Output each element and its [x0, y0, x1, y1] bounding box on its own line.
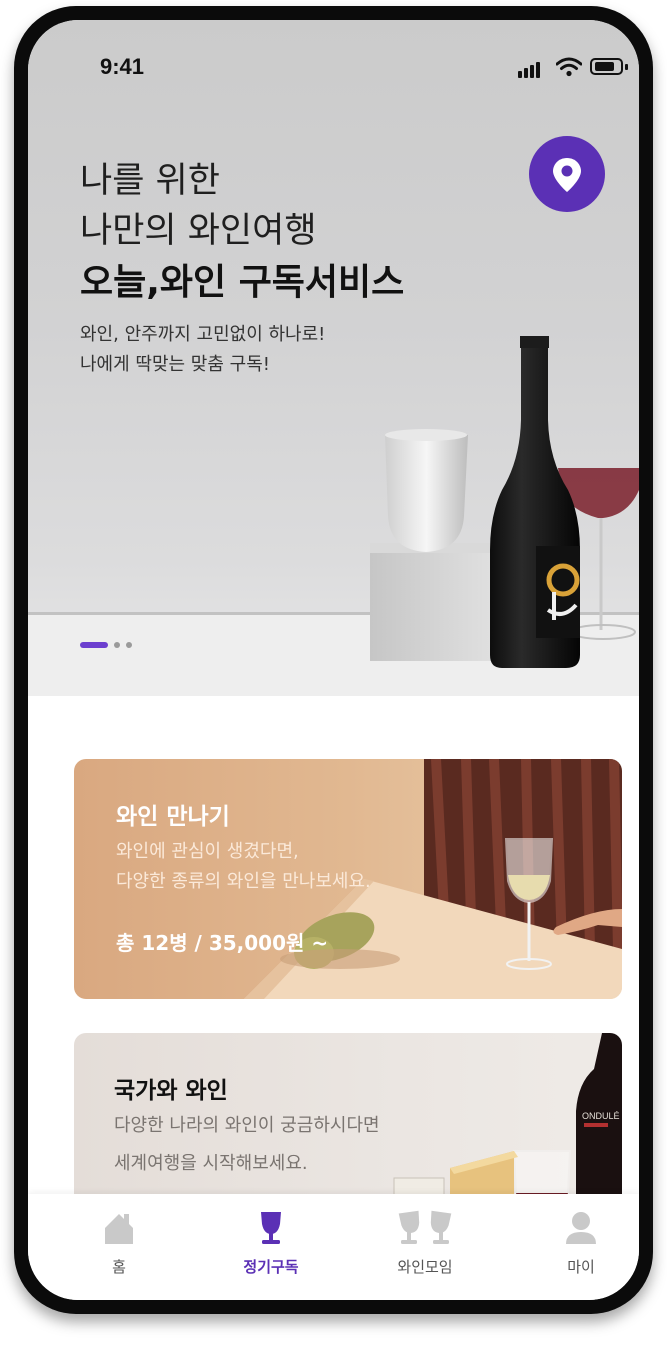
wine-meet-card[interactable]: 와인 만나기 와인에 관심이 생겼다면, 다양한 종류의 와인을 만나보세요. …	[74, 759, 622, 999]
status-icons	[518, 57, 628, 78]
card-description-line2: 다양한 종류의 와인을 만나보세요.	[116, 871, 371, 892]
bottle-label-text: ONDULÉ	[582, 1111, 620, 1121]
home-icon	[105, 1214, 133, 1244]
battery-icon	[590, 58, 623, 75]
wine-glass-icon	[261, 1212, 281, 1244]
location-pin-icon	[553, 158, 581, 192]
bottom-tab-bar: 홈 정기구독 와인모임 마이	[28, 1194, 639, 1300]
tab-wine-meetup[interactable]: 와인모임	[375, 1210, 475, 1290]
tab-subscription[interactable]: 정기구독	[221, 1210, 321, 1290]
tab-home-label: 홈	[112, 1258, 126, 1276]
user-icon	[566, 1212, 596, 1244]
tab-my-label: 마이	[567, 1258, 595, 1276]
tab-my[interactable]: 마이	[531, 1210, 631, 1290]
carousel-dot[interactable]	[114, 642, 120, 648]
hero-banner[interactable]: 9:41 나를 위한 나만의 와인여행 오늘,와인 구독서비스 와인, 안주까지…	[28, 20, 639, 696]
hero-title-line3: 오늘,와인 구독서비스	[80, 262, 405, 303]
wifi-icon	[556, 57, 582, 77]
hero-title-line2: 나만의 와인여행	[80, 211, 317, 251]
phone-frame: 9:41 나를 위한 나만의 와인여행 오늘,와인 구독서비스 와인, 안주까지…	[14, 6, 653, 1314]
card-price: 총 12병 / 35,000원 ~	[116, 931, 329, 955]
carousel-dot[interactable]	[126, 642, 132, 648]
tab-wine-meetup-label: 와인모임	[397, 1258, 453, 1276]
card-title: 국가와 와인	[114, 1078, 228, 1104]
card-description-line1: 다양한 나라의 와인이 궁금하시다면	[114, 1115, 380, 1136]
tab-home[interactable]: 홈	[69, 1210, 169, 1290]
ceramic-cup	[385, 435, 468, 552]
carousel-dot-active[interactable]	[80, 642, 108, 648]
hero-description-line1: 와인, 안주까지 고민없이 하나로!	[80, 324, 326, 345]
card-title: 와인 만나기	[116, 804, 230, 830]
app-screen: 9:41 나를 위한 나만의 와인여행 오늘,와인 구독서비스 와인, 안주까지…	[28, 20, 639, 1300]
card-description-line1: 와인에 관심이 생겼다면,	[116, 841, 299, 862]
hero-title-line1: 나를 위한	[80, 161, 220, 201]
tab-subscription-label: 정기구독	[243, 1258, 299, 1276]
wine-glasses-icon	[398, 1210, 452, 1244]
status-time: 9:41	[100, 54, 145, 79]
hero-description-line2: 나에게 딱맞는 맞춤 구독!	[80, 354, 270, 375]
stone-block	[370, 543, 494, 661]
card-description-line2: 세계여행을 시작해보세요.	[114, 1153, 308, 1174]
location-button[interactable]	[529, 136, 605, 212]
